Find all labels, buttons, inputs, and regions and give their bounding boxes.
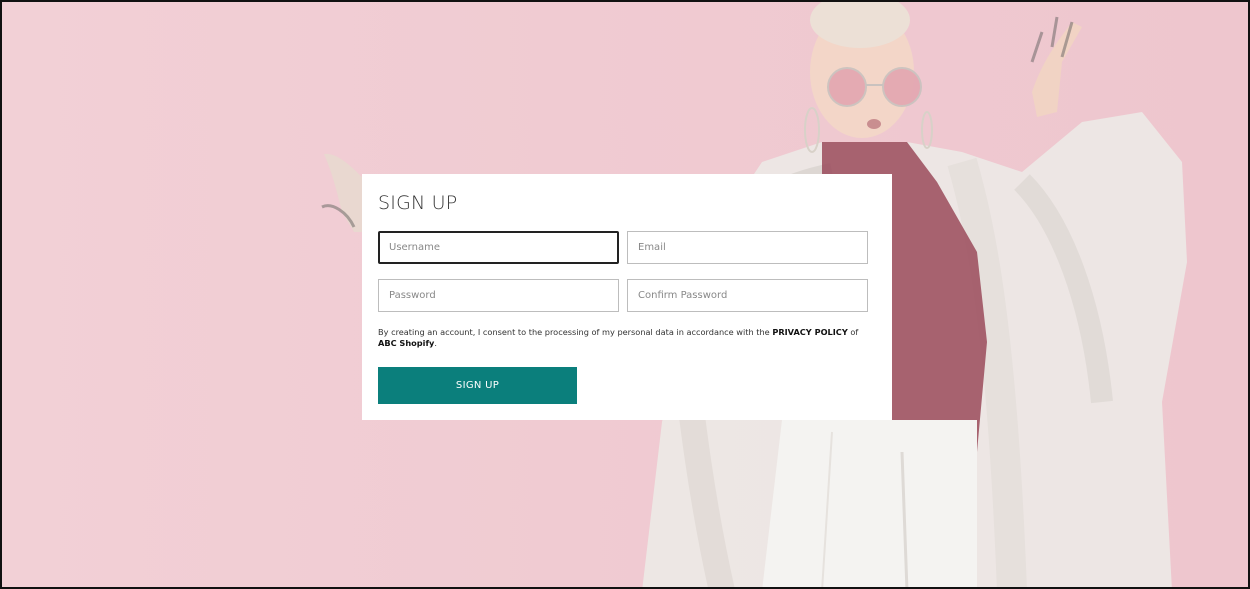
privacy-policy-link[interactable]: PRIVACY POLICY [772, 327, 847, 337]
page-frame: SIGN UP By creating an account, I consen… [0, 0, 1250, 589]
signup-card: SIGN UP By creating an account, I consen… [362, 174, 892, 420]
signup-button[interactable]: SIGN UP [378, 367, 577, 404]
consent-mid: of [847, 327, 859, 337]
pants-shape [762, 420, 977, 587]
brand-name: ABC Shopify [378, 338, 435, 348]
consent-prefix: By creating an account, I consent to the… [378, 327, 773, 337]
password-input[interactable] [378, 279, 619, 312]
consent-text: By creating an account, I consent to the… [378, 327, 878, 349]
username-input[interactable] [378, 231, 619, 264]
email-input[interactable] [627, 231, 868, 264]
consent-suffix: . [434, 338, 437, 348]
left-hand-shape [324, 153, 362, 232]
signup-title: SIGN UP [378, 192, 458, 214]
confirm-password-input[interactable] [627, 279, 868, 312]
